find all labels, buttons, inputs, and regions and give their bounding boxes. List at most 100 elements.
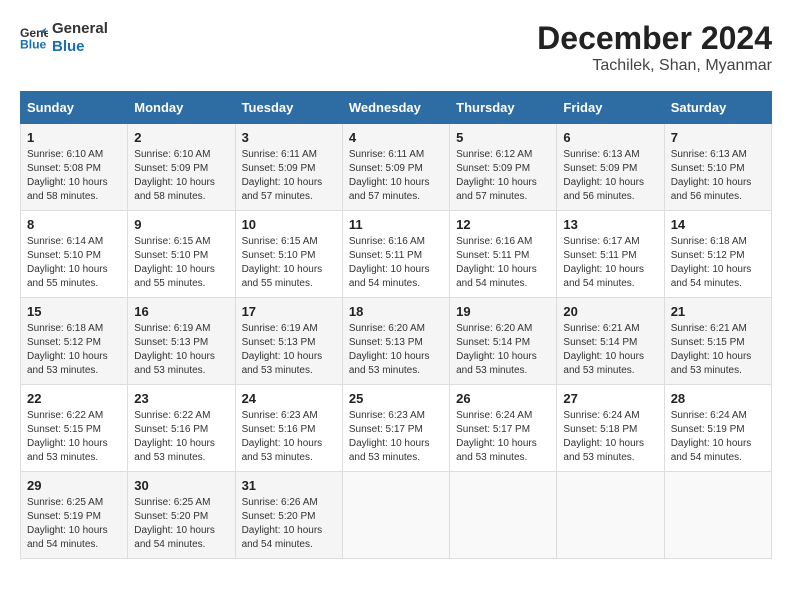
calendar-header-row: SundayMondayTuesdayWednesdayThursdayFrid…	[21, 92, 772, 124]
calendar-cell: 29 Sunrise: 6:25 AM Sunset: 5:19 PM Dayl…	[21, 472, 128, 559]
day-number: 24	[242, 391, 336, 406]
calendar-cell: 27 Sunrise: 6:24 AM Sunset: 5:18 PM Dayl…	[557, 385, 664, 472]
calendar-cell: 19 Sunrise: 6:20 AM Sunset: 5:14 PM Dayl…	[450, 298, 557, 385]
day-number: 2	[134, 130, 228, 145]
day-detail: Sunrise: 6:21 AM Sunset: 5:15 PM Dayligh…	[671, 322, 765, 378]
day-detail: Sunrise: 6:17 AM Sunset: 5:11 PM Dayligh…	[563, 235, 657, 291]
day-number: 6	[563, 130, 657, 145]
page-title: December 2024	[537, 20, 772, 57]
calendar-cell: 20 Sunrise: 6:21 AM Sunset: 5:14 PM Dayl…	[557, 298, 664, 385]
calendar-cell	[342, 472, 449, 559]
calendar-week-1: 1 Sunrise: 6:10 AM Sunset: 5:08 PM Dayli…	[21, 124, 772, 211]
day-detail: Sunrise: 6:13 AM Sunset: 5:10 PM Dayligh…	[671, 148, 765, 204]
day-number: 15	[27, 304, 121, 319]
calendar-cell: 28 Sunrise: 6:24 AM Sunset: 5:19 PM Dayl…	[664, 385, 771, 472]
calendar-cell: 2 Sunrise: 6:10 AM Sunset: 5:09 PM Dayli…	[128, 124, 235, 211]
header-tuesday: Tuesday	[235, 92, 342, 124]
day-detail: Sunrise: 6:19 AM Sunset: 5:13 PM Dayligh…	[242, 322, 336, 378]
calendar-cell: 31 Sunrise: 6:26 AM Sunset: 5:20 PM Dayl…	[235, 472, 342, 559]
day-number: 31	[242, 478, 336, 493]
calendar-table: SundayMondayTuesdayWednesdayThursdayFrid…	[20, 91, 772, 559]
day-number: 18	[349, 304, 443, 319]
calendar-week-4: 22 Sunrise: 6:22 AM Sunset: 5:15 PM Dayl…	[21, 385, 772, 472]
title-block: December 2024 Tachilek, Shan, Myanmar	[537, 20, 772, 75]
day-number: 7	[671, 130, 765, 145]
day-number: 1	[27, 130, 121, 145]
page-subtitle: Tachilek, Shan, Myanmar	[537, 57, 772, 75]
day-number: 22	[27, 391, 121, 406]
day-number: 26	[456, 391, 550, 406]
header-thursday: Thursday	[450, 92, 557, 124]
calendar-cell: 1 Sunrise: 6:10 AM Sunset: 5:08 PM Dayli…	[21, 124, 128, 211]
day-detail: Sunrise: 6:25 AM Sunset: 5:19 PM Dayligh…	[27, 496, 121, 552]
calendar-cell: 14 Sunrise: 6:18 AM Sunset: 5:12 PM Dayl…	[664, 211, 771, 298]
day-number: 11	[349, 217, 443, 232]
day-number: 19	[456, 304, 550, 319]
logo: General Blue General Blue	[20, 20, 108, 56]
day-detail: Sunrise: 6:18 AM Sunset: 5:12 PM Dayligh…	[27, 322, 121, 378]
day-number: 5	[456, 130, 550, 145]
day-detail: Sunrise: 6:24 AM Sunset: 5:17 PM Dayligh…	[456, 409, 550, 465]
day-detail: Sunrise: 6:16 AM Sunset: 5:11 PM Dayligh…	[349, 235, 443, 291]
day-detail: Sunrise: 6:24 AM Sunset: 5:19 PM Dayligh…	[671, 409, 765, 465]
day-detail: Sunrise: 6:16 AM Sunset: 5:11 PM Dayligh…	[456, 235, 550, 291]
day-number: 17	[242, 304, 336, 319]
day-number: 9	[134, 217, 228, 232]
day-number: 4	[349, 130, 443, 145]
day-number: 29	[27, 478, 121, 493]
calendar-cell: 25 Sunrise: 6:23 AM Sunset: 5:17 PM Dayl…	[342, 385, 449, 472]
calendar-cell: 12 Sunrise: 6:16 AM Sunset: 5:11 PM Dayl…	[450, 211, 557, 298]
day-detail: Sunrise: 6:23 AM Sunset: 5:17 PM Dayligh…	[349, 409, 443, 465]
day-number: 10	[242, 217, 336, 232]
header-friday: Friday	[557, 92, 664, 124]
day-number: 25	[349, 391, 443, 406]
day-detail: Sunrise: 6:15 AM Sunset: 5:10 PM Dayligh…	[242, 235, 336, 291]
calendar-cell: 10 Sunrise: 6:15 AM Sunset: 5:10 PM Dayl…	[235, 211, 342, 298]
calendar-cell: 7 Sunrise: 6:13 AM Sunset: 5:10 PM Dayli…	[664, 124, 771, 211]
calendar-cell: 13 Sunrise: 6:17 AM Sunset: 5:11 PM Dayl…	[557, 211, 664, 298]
day-number: 14	[671, 217, 765, 232]
day-detail: Sunrise: 6:12 AM Sunset: 5:09 PM Dayligh…	[456, 148, 550, 204]
day-number: 3	[242, 130, 336, 145]
calendar-cell: 18 Sunrise: 6:20 AM Sunset: 5:13 PM Dayl…	[342, 298, 449, 385]
day-detail: Sunrise: 6:10 AM Sunset: 5:09 PM Dayligh…	[134, 148, 228, 204]
day-detail: Sunrise: 6:24 AM Sunset: 5:18 PM Dayligh…	[563, 409, 657, 465]
day-detail: Sunrise: 6:19 AM Sunset: 5:13 PM Dayligh…	[134, 322, 228, 378]
day-detail: Sunrise: 6:26 AM Sunset: 5:20 PM Dayligh…	[242, 496, 336, 552]
calendar-cell: 21 Sunrise: 6:21 AM Sunset: 5:15 PM Dayl…	[664, 298, 771, 385]
calendar-cell: 6 Sunrise: 6:13 AM Sunset: 5:09 PM Dayli…	[557, 124, 664, 211]
calendar-cell: 8 Sunrise: 6:14 AM Sunset: 5:10 PM Dayli…	[21, 211, 128, 298]
calendar-cell: 9 Sunrise: 6:15 AM Sunset: 5:10 PM Dayli…	[128, 211, 235, 298]
calendar-week-5: 29 Sunrise: 6:25 AM Sunset: 5:19 PM Dayl…	[21, 472, 772, 559]
header-saturday: Saturday	[664, 92, 771, 124]
calendar-week-2: 8 Sunrise: 6:14 AM Sunset: 5:10 PM Dayli…	[21, 211, 772, 298]
calendar-cell: 5 Sunrise: 6:12 AM Sunset: 5:09 PM Dayli…	[450, 124, 557, 211]
day-detail: Sunrise: 6:18 AM Sunset: 5:12 PM Dayligh…	[671, 235, 765, 291]
day-detail: Sunrise: 6:20 AM Sunset: 5:13 PM Dayligh…	[349, 322, 443, 378]
calendar-cell: 24 Sunrise: 6:23 AM Sunset: 5:16 PM Dayl…	[235, 385, 342, 472]
calendar-cell	[664, 472, 771, 559]
day-detail: Sunrise: 6:10 AM Sunset: 5:08 PM Dayligh…	[27, 148, 121, 204]
day-number: 28	[671, 391, 765, 406]
day-detail: Sunrise: 6:22 AM Sunset: 5:15 PM Dayligh…	[27, 409, 121, 465]
day-detail: Sunrise: 6:14 AM Sunset: 5:10 PM Dayligh…	[27, 235, 121, 291]
calendar-cell: 3 Sunrise: 6:11 AM Sunset: 5:09 PM Dayli…	[235, 124, 342, 211]
calendar-cell: 16 Sunrise: 6:19 AM Sunset: 5:13 PM Dayl…	[128, 298, 235, 385]
day-number: 27	[563, 391, 657, 406]
day-detail: Sunrise: 6:13 AM Sunset: 5:09 PM Dayligh…	[563, 148, 657, 204]
calendar-cell: 15 Sunrise: 6:18 AM Sunset: 5:12 PM Dayl…	[21, 298, 128, 385]
header-wednesday: Wednesday	[342, 92, 449, 124]
calendar-cell: 4 Sunrise: 6:11 AM Sunset: 5:09 PM Dayli…	[342, 124, 449, 211]
day-detail: Sunrise: 6:11 AM Sunset: 5:09 PM Dayligh…	[349, 148, 443, 204]
logo-line2: Blue	[52, 38, 108, 56]
day-detail: Sunrise: 6:15 AM Sunset: 5:10 PM Dayligh…	[134, 235, 228, 291]
calendar-cell	[557, 472, 664, 559]
day-number: 30	[134, 478, 228, 493]
day-detail: Sunrise: 6:25 AM Sunset: 5:20 PM Dayligh…	[134, 496, 228, 552]
calendar-week-3: 15 Sunrise: 6:18 AM Sunset: 5:12 PM Dayl…	[21, 298, 772, 385]
day-detail: Sunrise: 6:23 AM Sunset: 5:16 PM Dayligh…	[242, 409, 336, 465]
header-monday: Monday	[128, 92, 235, 124]
day-detail: Sunrise: 6:21 AM Sunset: 5:14 PM Dayligh…	[563, 322, 657, 378]
calendar-cell: 22 Sunrise: 6:22 AM Sunset: 5:15 PM Dayl…	[21, 385, 128, 472]
calendar-cell: 26 Sunrise: 6:24 AM Sunset: 5:17 PM Dayl…	[450, 385, 557, 472]
